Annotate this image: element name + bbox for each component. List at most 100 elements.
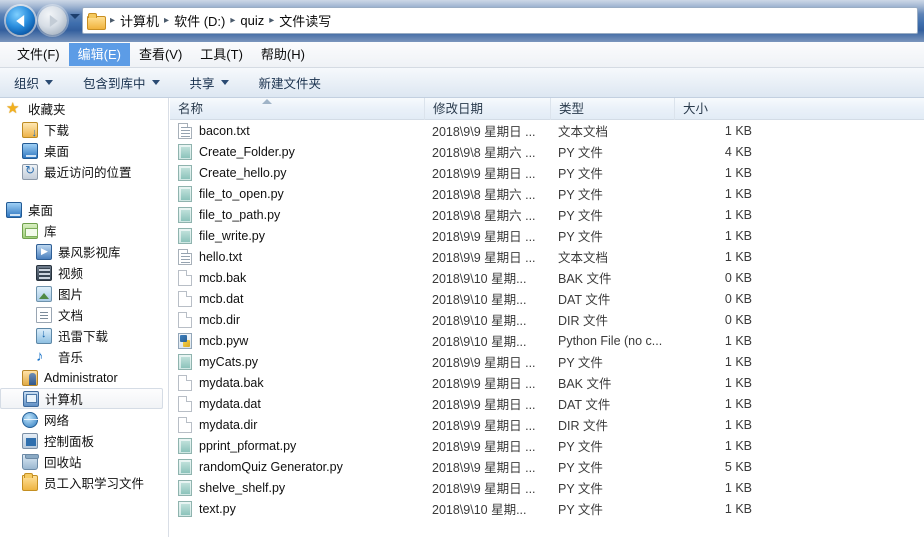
address-bar[interactable]: ▸ 计算机 ▸ 软件 (D:) ▸ quiz ▸ 文件读写: [82, 7, 918, 34]
sidebar-item-16[interactable]: 控制面板: [0, 430, 168, 451]
table-row[interactable]: mydata.bak 2018\9\9 星期日 ... BAK 文件 1 KB: [170, 372, 924, 393]
file-date-cell: 2018\9\10 星期...: [432, 314, 527, 328]
file-name-label: mcb.pyw: [199, 333, 249, 348]
file-name-label: randomQuiz Generator.py: [199, 459, 343, 474]
menu-item-2[interactable]: 查看(V): [130, 43, 191, 66]
sidebar-item-2[interactable]: 桌面: [0, 140, 168, 161]
sidebar-item-18[interactable]: 员工入职学习文件: [0, 472, 168, 493]
file-name-cell[interactable]: mydata.dir: [178, 416, 257, 433]
table-row[interactable]: myCats.py 2018\9\9 星期日 ... PY 文件 1 KB: [170, 351, 924, 372]
file-date-cell: 2018\9\9 星期日 ...: [432, 356, 536, 370]
table-row[interactable]: mydata.dat 2018\9\9 星期日 ... DAT 文件 1 KB: [170, 393, 924, 414]
table-row[interactable]: mcb.dat 2018\9\10 星期... DAT 文件 0 KB: [170, 288, 924, 309]
file-name-cell[interactable]: mydata.bak: [178, 374, 264, 391]
column-header-1[interactable]: 修改日期: [424, 98, 550, 120]
sidebar-item-13[interactable]: Administrator: [0, 367, 168, 388]
menu-item-0[interactable]: 文件(F): [8, 43, 69, 66]
sidebar-item-15[interactable]: 网络: [0, 409, 168, 430]
breadcrumb-item-quiz[interactable]: quiz: [237, 13, 267, 28]
file-name-cell[interactable]: randomQuiz Generator.py: [178, 458, 343, 475]
table-row[interactable]: bacon.txt 2018\9\9 星期日 ... 文本文档 1 KB: [170, 120, 924, 141]
column-header-3[interactable]: 大小: [674, 98, 752, 120]
sidebar-item-11[interactable]: 迅雷下载: [0, 325, 168, 346]
table-row[interactable]: file_to_open.py 2018\9\8 星期六 ... PY 文件 1 KB: [170, 183, 924, 204]
breadcrumb-item-drive[interactable]: 软件 (D:): [171, 11, 228, 30]
file-name-cell[interactable]: pprint_pformat.py: [178, 437, 296, 454]
toolbar-button-0[interactable]: 组织: [14, 73, 54, 92]
file-name-cell[interactable]: file_to_path.py: [178, 206, 280, 223]
sidebar-item-0[interactable]: 收藏夹: [0, 98, 168, 119]
menu-item-3[interactable]: 工具(T): [191, 43, 252, 66]
file-name-cell[interactable]: mcb.pyw: [178, 332, 249, 349]
column-header-0[interactable]: 名称: [170, 98, 424, 120]
forward-button[interactable]: [38, 6, 67, 35]
table-row[interactable]: pprint_pformat.py 2018\9\9 星期日 ... PY 文件 1 …: [170, 435, 924, 456]
sidebar-item-8[interactable]: 视频: [0, 262, 168, 283]
table-row[interactable]: mcb.dir 2018\9\10 星期... DIR 文件 0 KB: [170, 309, 924, 330]
toolbar-button-3[interactable]: 新建文件夹: [259, 73, 322, 92]
file-name-cell[interactable]: mcb.dir: [178, 311, 240, 328]
column-header-2[interactable]: 类型: [550, 98, 674, 120]
toolbar-button-2[interactable]: 共享: [190, 73, 229, 92]
file-size-cell: 1 KB: [724, 123, 752, 138]
history-dropdown-icon[interactable]: [70, 14, 80, 19]
folder-icon: [87, 13, 106, 30]
sidebar-item-1[interactable]: 下载: [0, 119, 168, 140]
text-file-icon: [178, 122, 192, 139]
file-name-cell[interactable]: hello.txt: [178, 248, 242, 265]
table-row[interactable]: shelve_shelf.py 2018\9\9 星期日 ... PY 文件 1 KB: [170, 477, 924, 498]
breadcrumb-item-current[interactable]: 文件读写: [276, 11, 334, 30]
sidebar-item-12[interactable]: 音乐: [0, 346, 168, 367]
file-name-cell[interactable]: text.py: [178, 500, 236, 517]
file-name-cell[interactable]: file_write.py: [178, 227, 265, 244]
table-row[interactable]: mcb.pyw 2018\9\10 星期... Python File (no c.…: [170, 330, 924, 351]
file-name-cell[interactable]: mcb.dat: [178, 290, 243, 307]
breadcrumb-item-computer[interactable]: 计算机: [117, 11, 162, 30]
table-row[interactable]: mcb.bak 2018\9\10 星期... BAK 文件 0 KB: [170, 267, 924, 288]
toolbar-button-1[interactable]: 包含到库中: [83, 73, 160, 92]
python-file-icon: [178, 500, 192, 517]
table-row[interactable]: text.py 2018\9\10 星期... PY 文件 1 KB: [170, 498, 924, 519]
table-row[interactable]: mydata.dir 2018\9\9 星期日 ... DIR 文件 1 KB: [170, 414, 924, 435]
sidebar-item-10[interactable]: 文档: [0, 304, 168, 325]
file-name-cell[interactable]: mcb.bak: [178, 269, 246, 286]
back-button[interactable]: [6, 6, 35, 35]
file-name-cell[interactable]: Create_hello.py: [178, 164, 287, 181]
file-name-cell[interactable]: shelve_shelf.py: [178, 479, 286, 496]
file-type-cell: PY 文件: [558, 461, 603, 475]
video-library-icon: [36, 243, 52, 260]
menu-item-1[interactable]: 编辑(E): [68, 43, 130, 66]
file-name-cell[interactable]: file_to_open.py: [178, 185, 284, 202]
table-row[interactable]: file_write.py 2018\9\9 星期日 ... PY 文件 1 KB: [170, 225, 924, 246]
sidebar-item-label: 文档: [58, 309, 84, 323]
sidebar-item-9[interactable]: 图片: [0, 283, 168, 304]
file-type-cell: PY 文件: [558, 440, 603, 454]
sidebar-item-14[interactable]: 计算机: [0, 388, 163, 409]
sidebar-item-17[interactable]: 回收站: [0, 451, 168, 472]
sidebar-item-5[interactable]: 桌面: [0, 199, 168, 220]
navigation-pane[interactable]: 收藏夹下载桌面最近访问的位置桌面库暴风影视库视频图片文档迅雷下载音乐Admini…: [0, 98, 169, 537]
sidebar-item-label: Administrator: [44, 370, 118, 385]
menu-item-4[interactable]: 帮助(H): [252, 43, 314, 66]
file-name-cell[interactable]: bacon.txt: [178, 122, 250, 139]
table-row[interactable]: randomQuiz Generator.py 2018\9\9 星期日 ... P…: [170, 456, 924, 477]
sidebar-item-7[interactable]: 暴风影视库: [0, 241, 168, 262]
file-name-cell[interactable]: myCats.py: [178, 353, 259, 370]
column-header-row: 名称 修改日期 类型 大小: [170, 98, 924, 120]
table-row[interactable]: Create_Folder.py 2018\9\8 星期六 ... PY 文件 4 K…: [170, 141, 924, 162]
file-name-cell[interactable]: mydata.dat: [178, 395, 261, 412]
file-date-cell: 2018\9\10 星期...: [432, 503, 527, 517]
python-file-icon: [178, 227, 192, 244]
file-name-label: myCats.py: [199, 354, 259, 369]
sidebar-item-3[interactable]: 最近访问的位置: [0, 161, 168, 182]
sidebar-item-label: 最近访问的位置: [44, 166, 132, 180]
file-type-cell: Python File (no c...: [558, 333, 663, 348]
file-name-label: shelve_shelf.py: [199, 480, 286, 495]
table-row[interactable]: file_to_path.py 2018\9\8 星期六 ... PY 文件 1 KB: [170, 204, 924, 225]
blank-file-icon: [178, 311, 192, 328]
file-type-cell: PY 文件: [558, 146, 603, 160]
file-name-cell[interactable]: Create_Folder.py: [178, 143, 295, 160]
table-row[interactable]: Create_hello.py 2018\9\9 星期日 ... PY 文件 1 KB: [170, 162, 924, 183]
sidebar-item-6[interactable]: 库: [0, 220, 168, 241]
table-row[interactable]: hello.txt 2018\9\9 星期日 ... 文本文档 1 KB: [170, 246, 924, 267]
